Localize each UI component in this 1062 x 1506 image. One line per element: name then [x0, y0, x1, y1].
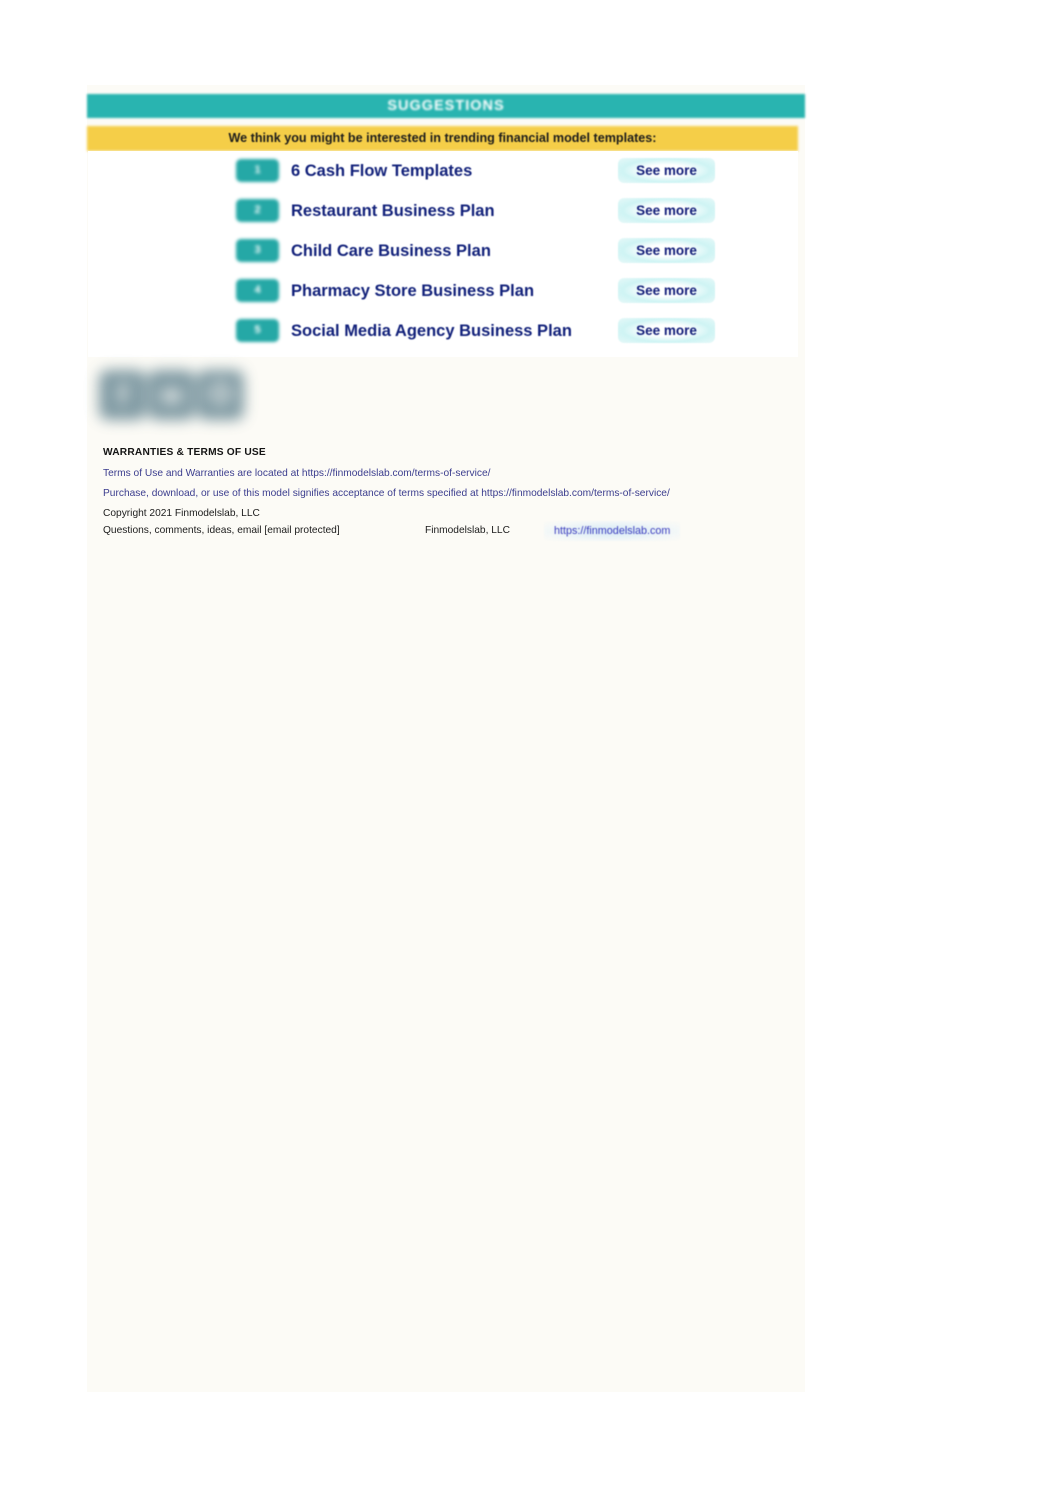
terms-line-2[interactable]: Purchase, download, or use of this model…: [103, 488, 793, 499]
instagram-icon[interactable]: [197, 370, 244, 420]
copyright-line: Copyright 2021 Finmodelslab, LLC: [103, 508, 260, 519]
item-number-badge: 1: [236, 159, 279, 182]
see-more-button[interactable]: See more: [618, 318, 715, 343]
list-item[interactable]: 3 Child Care Business Plan See more: [88, 231, 798, 271]
item-title[interactable]: Restaurant Business Plan: [291, 197, 495, 225]
suggestions-list: 1 6 Cash Flow Templates See more 2 Resta…: [88, 151, 798, 357]
see-more-button[interactable]: See more: [618, 158, 715, 183]
website-link[interactable]: https://finmodelslab.com: [544, 521, 681, 541]
contact-row: Questions, comments, ideas, email [email…: [103, 521, 793, 545]
see-more-button[interactable]: See more: [618, 278, 715, 303]
list-item[interactable]: 2 Restaurant Business Plan See more: [88, 191, 798, 231]
item-title[interactable]: Social Media Agency Business Plan: [291, 317, 572, 345]
suggestions-banner-title: SUGGESTIONS: [87, 94, 805, 118]
spreadsheet-page: SUGGESTIONS We think you might be intere…: [87, 85, 805, 1392]
item-number: 3: [254, 244, 261, 256]
item-number-badge: 2: [236, 199, 279, 222]
item-number-badge: 4: [236, 279, 279, 302]
item-number: 4: [254, 284, 261, 296]
list-item[interactable]: 4 Pharmacy Store Business Plan See more: [88, 271, 798, 311]
item-title[interactable]: Child Care Business Plan: [291, 237, 491, 265]
social-links: f ✉: [97, 366, 272, 428]
facebook-glyph: f: [117, 379, 128, 412]
item-title[interactable]: 6 Cash Flow Templates: [291, 157, 472, 185]
see-more-button[interactable]: See more: [618, 198, 715, 223]
terms-line-1[interactable]: Terms of Use and Warranties are located …: [103, 468, 793, 479]
item-title[interactable]: Pharmacy Store Business Plan: [291, 277, 534, 305]
intro-text: We think you might be interested in tren…: [228, 131, 657, 145]
company-name: Finmodelslab, LLC: [425, 525, 510, 536]
contact-email-line: Questions, comments, ideas, email [email…: [103, 525, 340, 536]
facebook-icon[interactable]: f: [99, 370, 146, 420]
list-item[interactable]: 5 Social Media Agency Business Plan See …: [88, 311, 798, 351]
twitter-glyph: ✉: [161, 383, 182, 411]
item-number-badge: 5: [236, 319, 279, 342]
see-more-button[interactable]: See more: [618, 238, 715, 263]
item-number-badge: 3: [236, 239, 279, 262]
item-number: 1: [254, 164, 261, 176]
item-number: 2: [254, 204, 261, 216]
instagram-glyph: [210, 383, 231, 404]
terms-heading: WARRANTIES & TERMS OF USE: [103, 447, 266, 458]
list-item[interactable]: 1 6 Cash Flow Templates See more: [88, 151, 798, 191]
twitter-icon[interactable]: ✉: [148, 370, 195, 420]
item-number: 5: [254, 324, 261, 336]
terms-section: WARRANTIES & TERMS OF USE Terms of Use a…: [103, 447, 793, 528]
